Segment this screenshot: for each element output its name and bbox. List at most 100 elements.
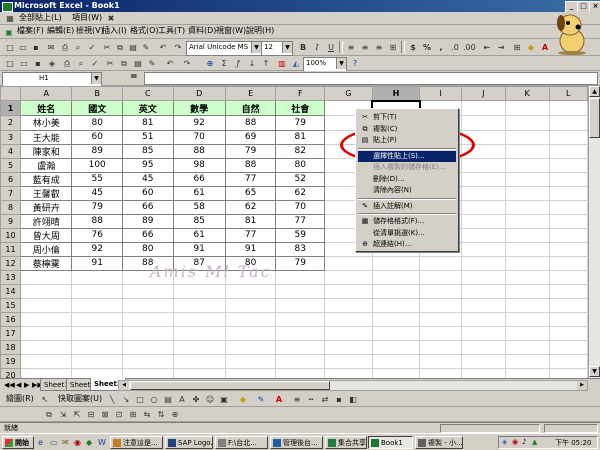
open-icon[interactable]: ▭ [17, 57, 31, 71]
cell-c17[interactable] [121, 325, 174, 341]
menu-tools[interactable]: 工具(T) [156, 25, 187, 37]
cell-f14[interactable] [275, 283, 326, 299]
cell-e6[interactable]: 77 [224, 171, 277, 187]
chevron-down-icon[interactable]: ▼ [251, 42, 261, 53]
cell-l12[interactable] [548, 255, 588, 271]
context-menu-item[interactable]: 選擇性貼上(S)... [358, 150, 456, 162]
cell-b18[interactable] [71, 339, 123, 355]
scroll-up-icon[interactable]: ▲ [589, 86, 600, 97]
cell-c9[interactable]: 89 [121, 213, 174, 229]
row-header[interactable]: 2 [0, 115, 22, 131]
cell-b17[interactable] [71, 325, 123, 341]
cell-f6[interactable]: 52 [275, 171, 326, 187]
row-header[interactable]: 20 [0, 367, 22, 378]
cell-d4[interactable]: 88 [172, 143, 226, 159]
cut-icon[interactable]: ✂ [103, 57, 117, 71]
cell-j18[interactable] [461, 339, 506, 355]
workbook-icon[interactable]: ▣ [2, 26, 16, 40]
copy-icon[interactable]: ⧉ [117, 57, 131, 71]
cell-a2[interactable]: 林小美 [20, 115, 73, 131]
scroll-left-icon[interactable]: ◀ [119, 381, 129, 390]
cell-j8[interactable] [461, 199, 506, 215]
cell-d19[interactable] [172, 353, 226, 369]
cell-b3[interactable]: 60 [71, 129, 123, 145]
fill-color-icon[interactable]: ◆ [524, 41, 538, 55]
horizontal-scroll-thumb[interactable] [130, 381, 330, 390]
cell-f8[interactable]: 70 [275, 199, 326, 215]
tool-icon[interactable]: ⇲ [56, 408, 70, 422]
autosum-icon[interactable]: Σ [217, 57, 231, 71]
cell-a15[interactable] [20, 297, 73, 313]
cell-l6[interactable] [548, 171, 588, 187]
cell-a5[interactable]: 盧瀚 [20, 157, 73, 173]
cell-l2[interactable] [548, 115, 588, 131]
format-painter-icon[interactable]: ✎ [139, 41, 153, 55]
percent-button[interactable]: % [420, 41, 434, 55]
cell-k6[interactable] [504, 171, 550, 187]
row-header[interactable]: 15 [0, 297, 22, 313]
cell-d18[interactable] [172, 339, 226, 355]
row-header[interactable]: 3 [0, 129, 22, 145]
fill-color-icon[interactable]: ◆ [236, 393, 250, 407]
tray-app-icon[interactable]: ▲ [532, 438, 537, 446]
column-header-h[interactable]: H [371, 86, 421, 101]
cell-c7[interactable]: 60 [121, 185, 174, 201]
italic-button[interactable]: I [310, 41, 324, 55]
new-icon[interactable]: □ [3, 41, 17, 55]
drawing-icon[interactable]: ◭ [289, 57, 303, 71]
cell-e3[interactable]: 69 [224, 129, 277, 145]
increase-decimal-icon[interactable]: .0 [448, 41, 462, 55]
cell-j1[interactable] [461, 100, 506, 116]
tool-icon[interactable]: ⊟ [84, 408, 98, 422]
worksheet-grid[interactable]: A B C D E F G H I J K L 1 姓名 國文 英文 數學 自然 社會 2 林小美 80 81 92 88 79 3… [0, 86, 588, 378]
cell-e7[interactable]: 65 [224, 185, 277, 201]
cell-d20[interactable] [172, 367, 226, 378]
wordart-icon[interactable]: A [175, 393, 189, 407]
cell-f18[interactable] [275, 339, 326, 355]
cell-h19[interactable] [371, 353, 421, 369]
cell-g13[interactable] [324, 269, 373, 285]
oval-icon[interactable]: ○ [147, 393, 161, 407]
context-menu-item[interactable]: ⊕ 超連結(H)... [358, 239, 456, 250]
cell-e18[interactable] [224, 339, 277, 355]
context-menu-item[interactable]: ✎ 插入註解(M) [358, 201, 456, 212]
paste-icon[interactable]: ▤ [126, 41, 140, 55]
cell-l19[interactable] [548, 353, 588, 369]
cell-d5[interactable]: 98 [172, 157, 226, 173]
currency-button[interactable]: $ [406, 41, 420, 55]
tool-icon[interactable]: ⊞ [126, 408, 140, 422]
arrow-style-icon[interactable]: ⇄ [318, 393, 332, 407]
cell-k2[interactable] [504, 115, 550, 131]
email-icon[interactable]: ✉ [44, 41, 58, 55]
cell-l16[interactable] [548, 311, 588, 327]
cell-k11[interactable] [504, 241, 550, 257]
cell-c10[interactable]: 66 [121, 227, 174, 243]
cell-f4[interactable]: 82 [275, 143, 326, 159]
cell-e5[interactable]: 88 [224, 157, 277, 173]
scroll-thumb[interactable] [589, 98, 600, 138]
cell-b4[interactable]: 89 [71, 143, 123, 159]
cut-icon[interactable]: ✂ [100, 41, 114, 55]
cell-e14[interactable] [224, 283, 277, 299]
cell-b19[interactable] [71, 353, 123, 369]
cell-a10[interactable]: 曾大周 [20, 227, 73, 243]
cell-h15[interactable] [371, 297, 421, 313]
cell-b12[interactable]: 91 [71, 255, 123, 271]
select-all-corner[interactable] [0, 86, 22, 101]
column-header-l[interactable]: L [548, 86, 588, 101]
cell-j16[interactable] [461, 311, 506, 327]
align-left-icon[interactable]: ≡ [344, 41, 358, 55]
cell-c5[interactable]: 95 [121, 157, 174, 173]
cell-l9[interactable] [548, 213, 588, 229]
undo-icon[interactable]: ↶ [156, 41, 170, 55]
cell-k3[interactable] [504, 129, 550, 145]
cell-j5[interactable] [461, 157, 506, 173]
quicklaunch-app-icon[interactable]: ◉ [74, 438, 81, 447]
chevron-down-icon[interactable]: ▼ [336, 58, 346, 69]
cell-b13[interactable] [71, 269, 123, 285]
cell-g14[interactable] [324, 283, 373, 299]
tool-icon[interactable]: ⧉ [42, 408, 56, 422]
row-header[interactable]: 9 [0, 213, 22, 229]
cell-j11[interactable] [461, 241, 506, 257]
font-size-select[interactable]: 12 ▼ [261, 41, 293, 56]
